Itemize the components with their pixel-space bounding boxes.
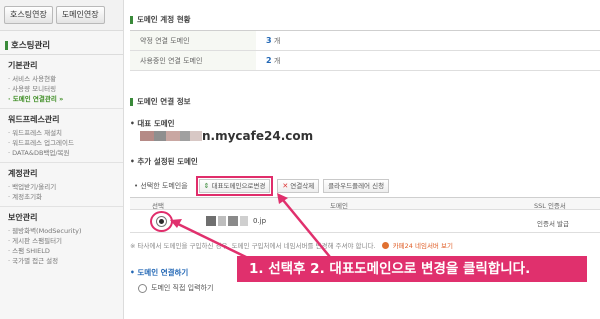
arrow-to-radio xyxy=(177,222,249,260)
arrow-to-button xyxy=(282,199,331,258)
annotation-callout: 1. 선택후 2. 대표도메인으로 변경을 클릭합니다. xyxy=(237,256,587,282)
arrowhead-icon xyxy=(170,219,182,228)
